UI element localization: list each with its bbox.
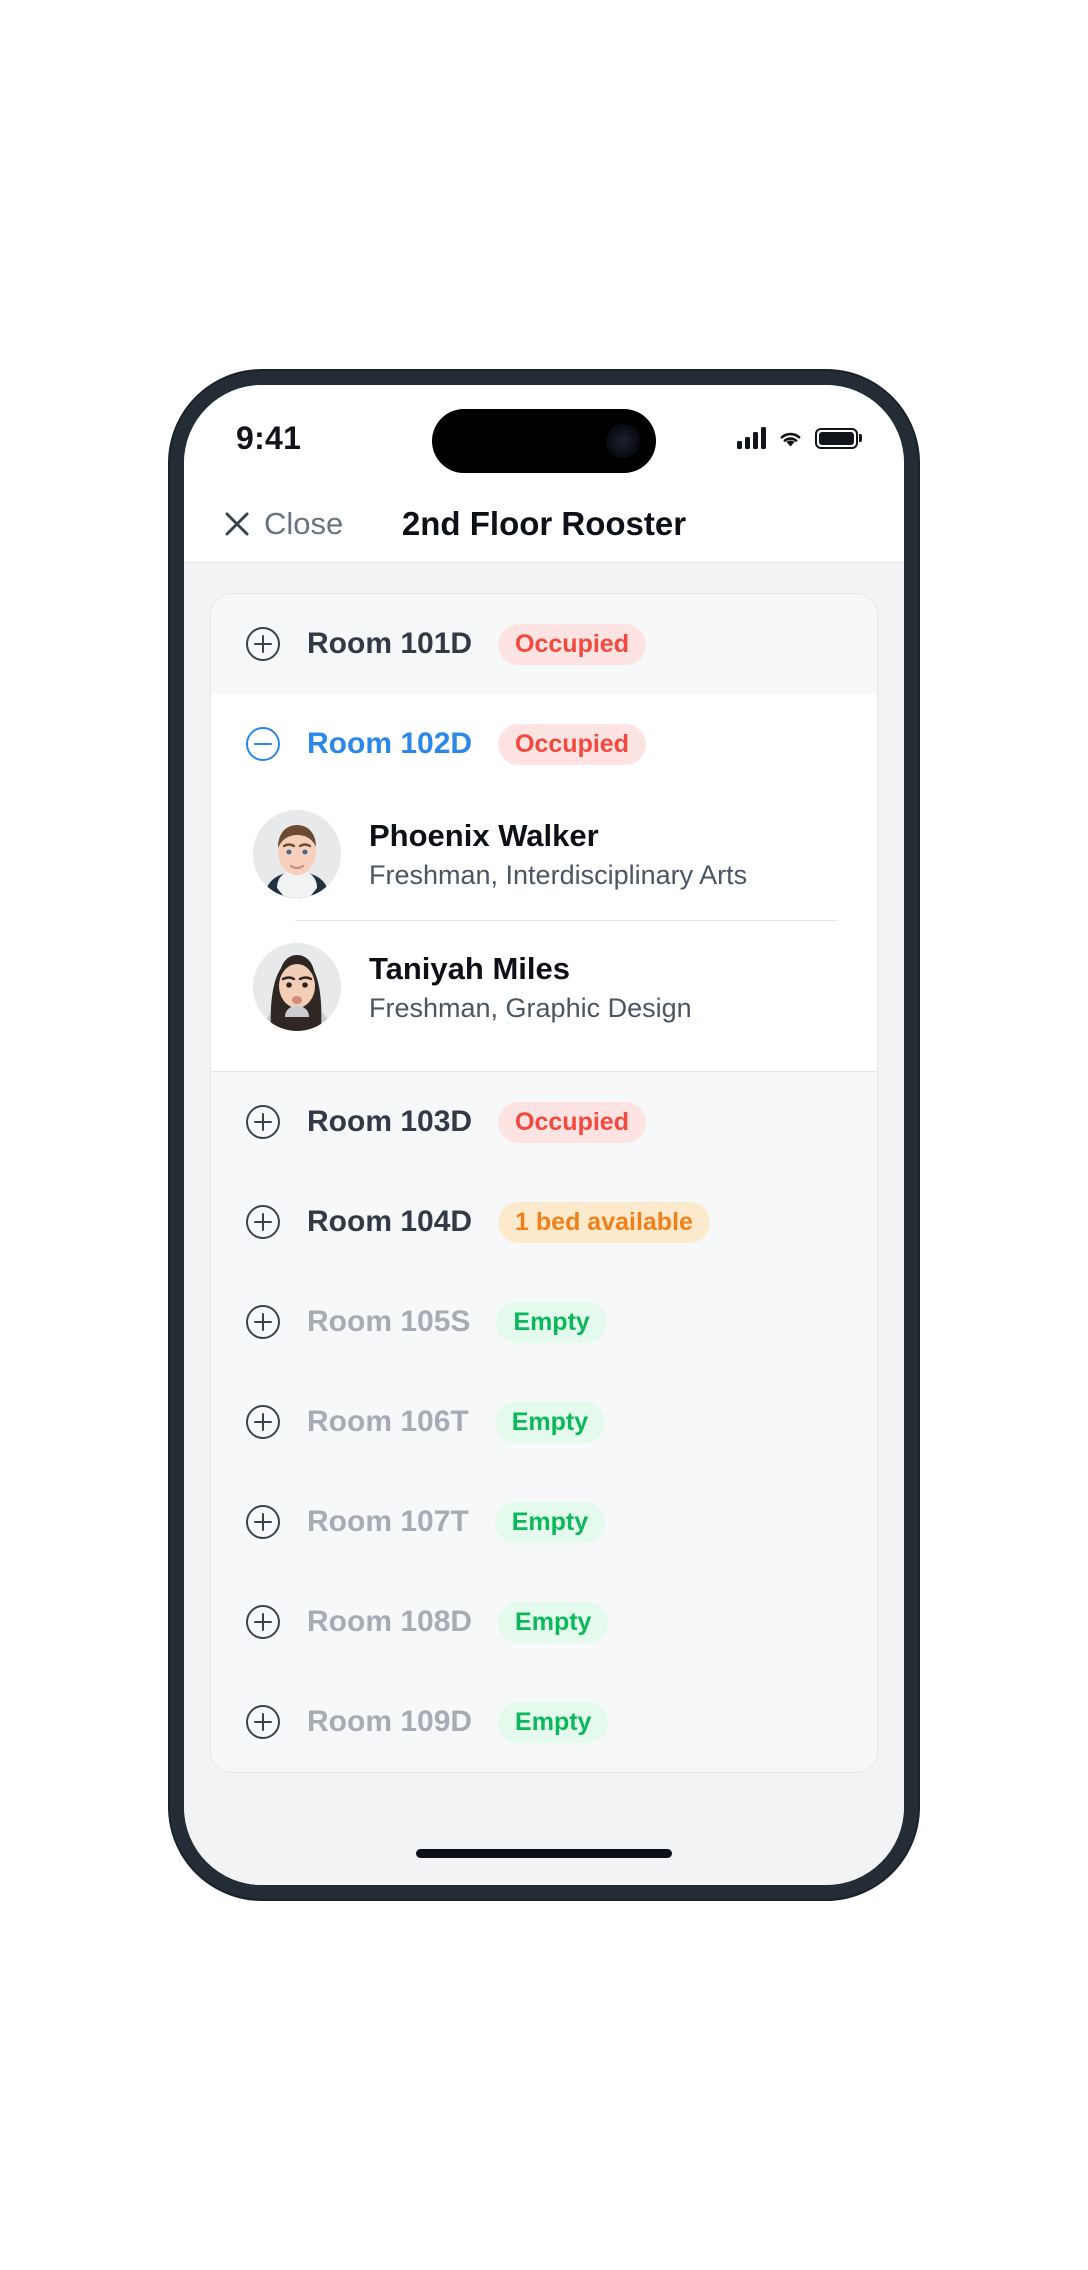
status-badge: Empty: [496, 1301, 607, 1343]
room-group: Room 104D 1 bed available: [211, 1172, 877, 1272]
room-toggle-button[interactable]: [245, 1204, 281, 1240]
close-button[interactable]: Close: [224, 506, 343, 542]
room-name: Room 105S: [307, 1305, 471, 1338]
dynamic-island: [432, 409, 656, 473]
home-indicator[interactable]: [416, 1849, 672, 1858]
room-group: Room 107T Empty: [211, 1472, 877, 1572]
screenshot-stage: 9:41 Close 2nd Floor Rooster Room 101D O…: [0, 0, 1088, 2270]
status-badge: Occupied: [498, 1101, 646, 1143]
room-group: Room 108D Empty: [211, 1572, 877, 1672]
occupant-list: Phoenix Walker Freshman, Interdisciplinar…: [211, 794, 877, 1071]
room-toggle-button[interactable]: [245, 1704, 281, 1740]
room-name: Room 109D: [307, 1705, 473, 1738]
avatar: [253, 810, 341, 898]
cellular-signal-icon: [737, 427, 766, 449]
phone-frame: 9:41 Close 2nd Floor Rooster Room 101D O…: [170, 371, 918, 1899]
plus-circle-icon: [246, 1505, 280, 1539]
status-bar-indicators: [737, 427, 858, 449]
room-name: Room 104D: [307, 1205, 473, 1238]
status-bar: 9:41: [184, 385, 904, 485]
room-toggle-button[interactable]: [245, 1504, 281, 1540]
plus-circle-icon: [246, 1705, 280, 1739]
room-row[interactable]: Room 107T Empty: [211, 1472, 877, 1572]
occupant-name: Phoenix Walker: [369, 817, 599, 853]
status-bar-clock: 9:41: [236, 419, 302, 456]
plus-circle-icon: [246, 1105, 280, 1139]
plus-circle-icon: [246, 627, 280, 661]
room-row[interactable]: Room 109D Empty: [211, 1672, 877, 1772]
close-button-label: Close: [264, 505, 344, 541]
occupant-item[interactable]: Phoenix Walker Freshman, Interdisciplinar…: [211, 794, 877, 914]
room-row[interactable]: Room 108D Empty: [211, 1572, 877, 1672]
status-badge: Empty: [498, 1601, 609, 1643]
battery-icon: [815, 427, 858, 449]
room-toggle-button[interactable]: [245, 626, 281, 662]
room-name: Room 108D: [307, 1605, 473, 1638]
room-name: Room 107T: [307, 1505, 469, 1538]
plus-circle-icon: [246, 1405, 280, 1439]
room-toggle-button[interactable]: [245, 1104, 281, 1140]
status-badge: Empty: [494, 1401, 606, 1443]
occupant-item[interactable]: Taniyah Miles Freshman, Graphic Design: [211, 927, 877, 1047]
plus-circle-icon: [246, 1305, 280, 1339]
occupant-name: Taniyah Miles: [369, 950, 570, 986]
room-group: Room 102D Occupied Phoenix Walker Freshman,…: [211, 694, 877, 1072]
status-badge: Occupied: [498, 623, 646, 665]
occupant-divider: [295, 920, 837, 921]
occupant-detail: Freshman, Graphic Design: [369, 992, 692, 1023]
close-x-icon: [225, 512, 249, 535]
plus-circle-icon: [246, 1205, 280, 1239]
room-group: Room 106T Empty: [211, 1372, 877, 1472]
room-toggle-button[interactable]: [245, 1304, 281, 1340]
status-badge: Empty: [494, 1501, 606, 1543]
room-row[interactable]: Room 103D Occupied: [211, 1072, 877, 1172]
status-badge: 1 bed available: [498, 1201, 710, 1243]
home-indicator-area: [184, 1843, 904, 1885]
front-camera-icon: [606, 424, 640, 458]
room-name: Room 102D: [307, 727, 473, 760]
room-toggle-button[interactable]: [245, 1604, 281, 1640]
occupant-text: Taniyah Miles Freshman, Graphic Design: [369, 951, 692, 1024]
minus-circle-icon: [246, 727, 280, 761]
room-name: Room 106T: [307, 1405, 469, 1438]
room-group: Room 101D Occupied: [211, 594, 877, 694]
wifi-icon: [780, 432, 801, 447]
room-group: Room 103D Occupied: [211, 1072, 877, 1172]
room-toggle-button[interactable]: [245, 726, 281, 762]
room-row[interactable]: Room 102D Occupied: [211, 694, 877, 794]
navigation-bar: Close 2nd Floor Rooster: [184, 485, 904, 563]
occupant-detail: Freshman, Interdisciplinary Arts: [369, 859, 748, 890]
room-list-card: Room 101D Occupied Room 102D Occupied Phoeni…: [210, 593, 878, 1773]
occupant-text: Phoenix Walker Freshman, Interdisciplinar…: [369, 818, 747, 891]
plus-circle-icon: [246, 1605, 280, 1639]
avatar: [253, 943, 341, 1031]
room-list-container: Room 101D Occupied Room 102D Occupied Phoeni…: [184, 563, 904, 1843]
room-row[interactable]: Room 101D Occupied: [211, 594, 877, 694]
room-row[interactable]: Room 104D 1 bed available: [211, 1172, 877, 1272]
room-toggle-button[interactable]: [245, 1404, 281, 1440]
room-group: Room 105S Empty: [211, 1272, 877, 1372]
room-row[interactable]: Room 106T Empty: [211, 1372, 877, 1472]
room-group: Room 109D Empty: [211, 1672, 877, 1772]
room-row[interactable]: Room 105S Empty: [211, 1272, 877, 1372]
room-name: Room 101D: [307, 627, 473, 660]
status-badge: Empty: [498, 1701, 609, 1743]
status-badge: Occupied: [498, 723, 646, 765]
room-name: Room 103D: [307, 1105, 473, 1138]
phone-screen: 9:41 Close 2nd Floor Rooster Room 101D O…: [184, 385, 904, 1885]
